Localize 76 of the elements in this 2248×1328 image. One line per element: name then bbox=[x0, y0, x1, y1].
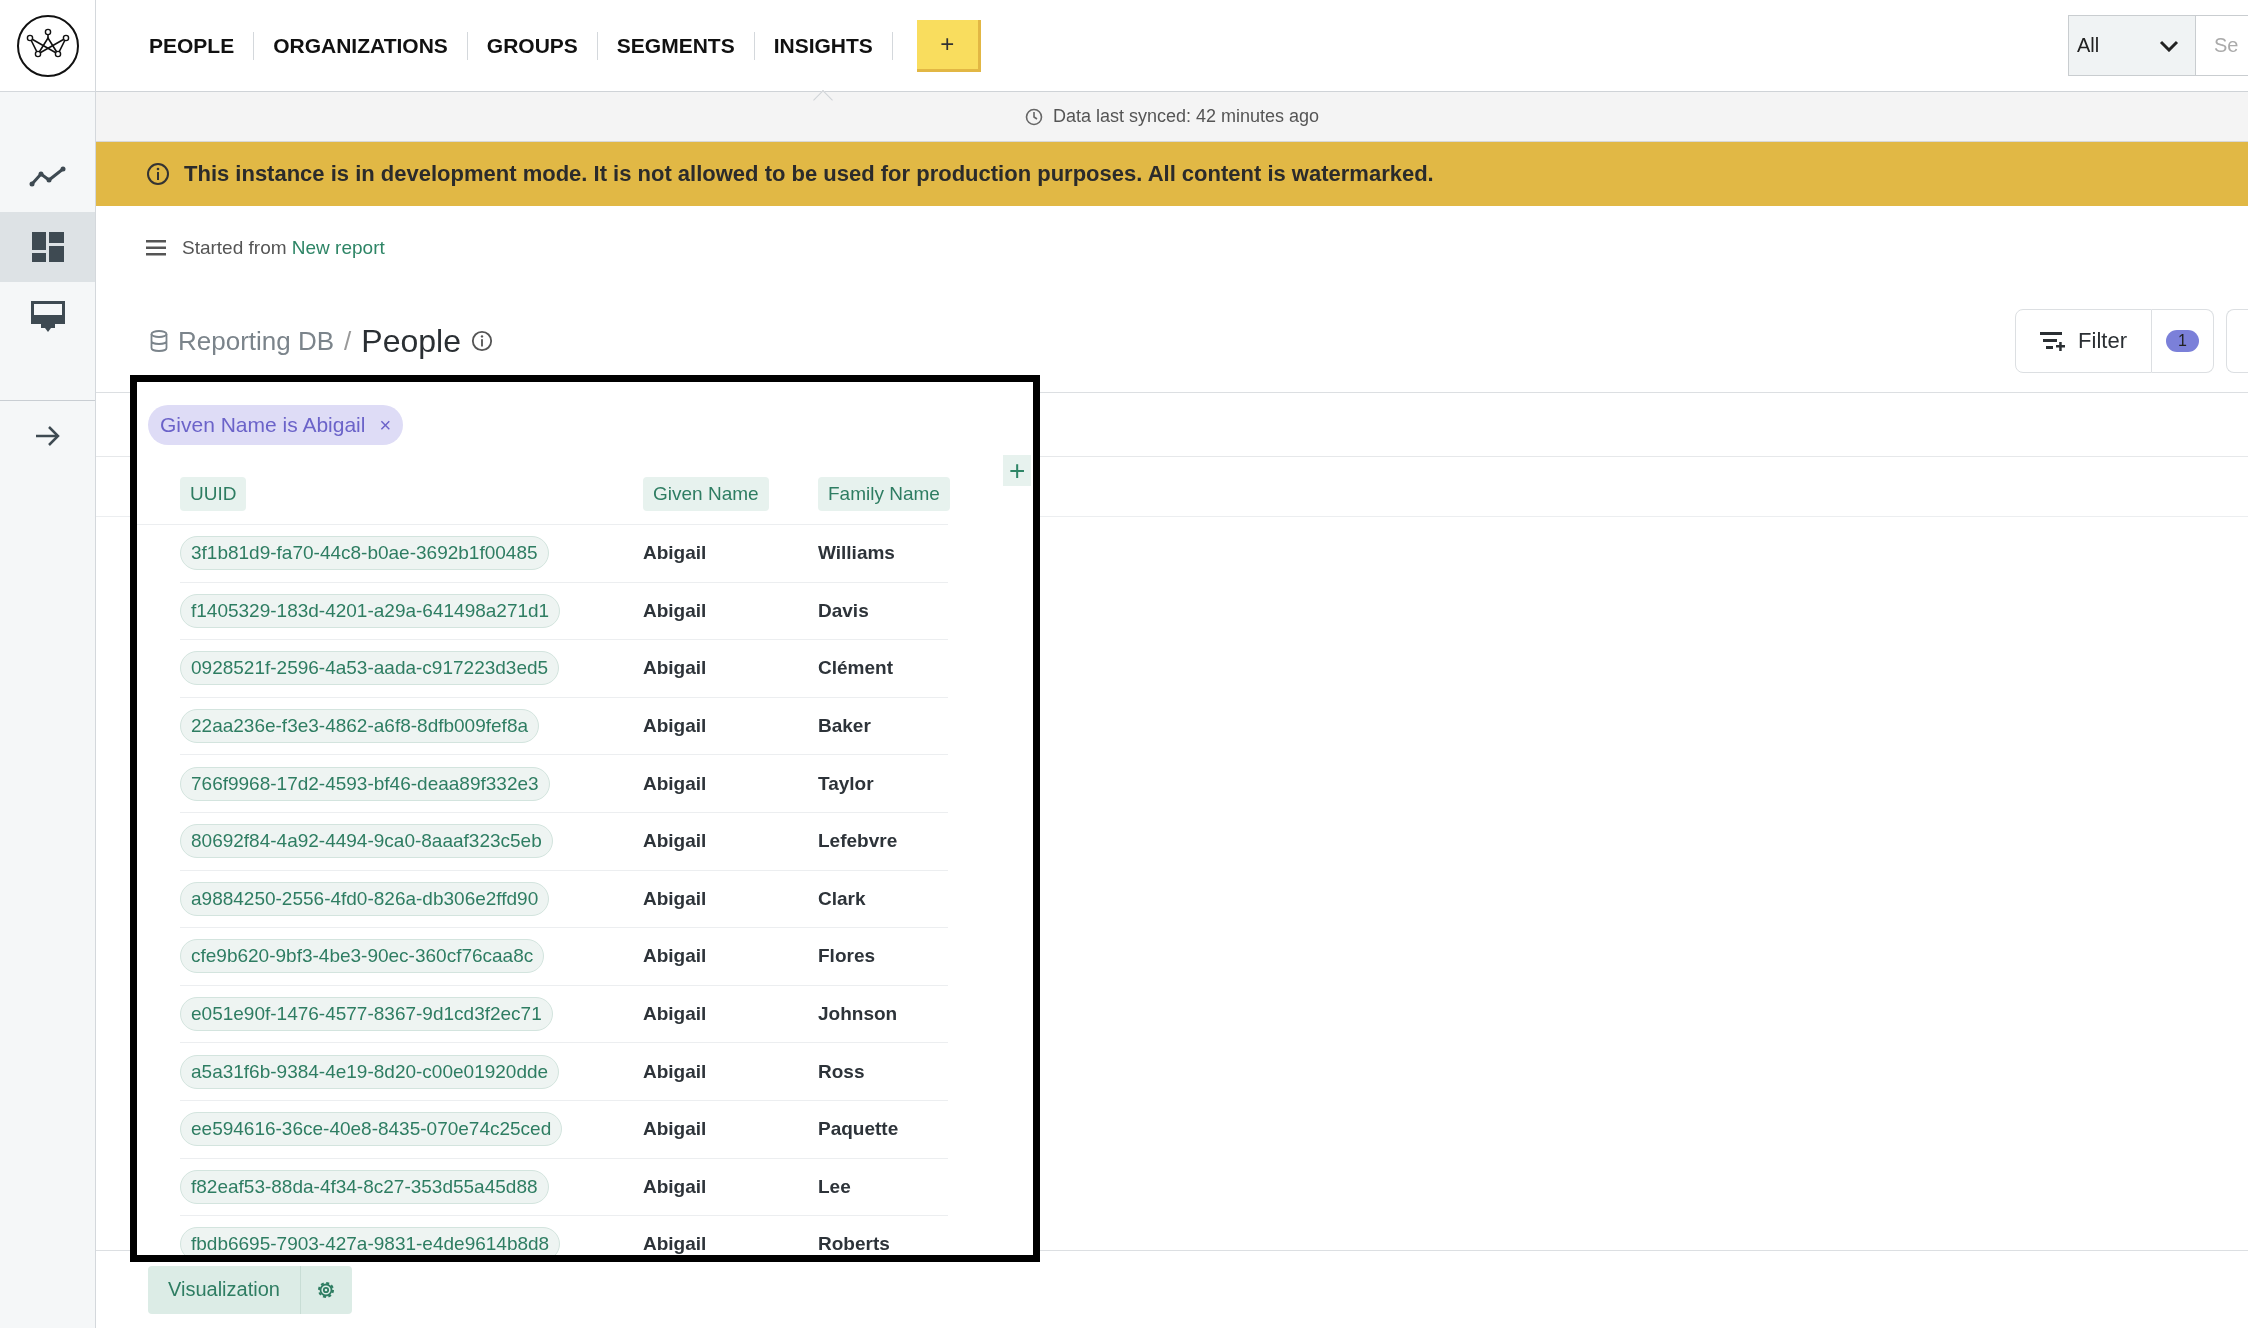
nav-tab[interactable]: GROUPS bbox=[467, 31, 598, 60]
scope-select[interactable]: All bbox=[2068, 15, 2196, 76]
remove-filter-button[interactable]: × bbox=[379, 413, 392, 437]
chevron-down-icon bbox=[2159, 39, 2179, 52]
trend-icon bbox=[28, 166, 67, 188]
clock-icon bbox=[1024, 107, 1043, 126]
filter-chip[interactable]: Given Name is Abigail × bbox=[148, 405, 404, 445]
nav-tab[interactable]: ORGANIZATIONS bbox=[254, 31, 468, 60]
page-title: People bbox=[361, 322, 461, 360]
table-cell: Abigail bbox=[643, 928, 818, 986]
source-text: Started from New report bbox=[182, 237, 385, 259]
nav-tab[interactable]: SEGMENTS bbox=[597, 31, 755, 60]
uuid-tag[interactable]: 22aa236e-f3e3-4862-a6f8-8dfb009fef8a bbox=[180, 709, 539, 744]
table-cell: Paquette bbox=[818, 1100, 948, 1159]
menu-icon[interactable] bbox=[146, 240, 166, 256]
sync-status: Data last synced: 42 minutes ago bbox=[1052, 106, 1320, 127]
table-cell: Clément bbox=[818, 640, 948, 698]
uuid-tag[interactable]: f82eaf53-88da-4f34-8c27-353d55a45d88 bbox=[180, 1169, 549, 1204]
database-icon bbox=[150, 330, 168, 352]
uuid-tag[interactable]: cfe9b620-9bf3-4be3-90ec-360cf76caa8c bbox=[180, 939, 545, 974]
uuid-tag[interactable]: f1405329-183d-4201-a29a-641498a271d1 bbox=[180, 593, 561, 628]
arrow-right-icon[interactable] bbox=[34, 425, 61, 447]
uuid-tag[interactable]: a9884250-2556-4fd0-826a-db306e2ffd90 bbox=[180, 881, 550, 916]
dashboard-icon bbox=[31, 232, 64, 262]
table-cell: Abigail bbox=[643, 985, 818, 1044]
uuid-tag[interactable]: fbdb6695-7903-427a-9831-e4de9614b8d8 bbox=[180, 1227, 561, 1255]
report-link[interactable]: New report bbox=[291, 237, 385, 258]
uuid-tag[interactable]: 766f9968-17d2-4593-bf46-deaa89f332e3 bbox=[180, 766, 550, 801]
add-button[interactable]: + bbox=[916, 19, 981, 72]
breadcrumb-separator: / bbox=[344, 325, 352, 357]
column-header[interactable]: Given Name bbox=[643, 476, 769, 511]
table-cell: Williams bbox=[818, 525, 948, 583]
column-header[interactable]: Family Name bbox=[818, 476, 950, 511]
banner-message: This instance is in development mode. It is not allowed to be used for production purposes. All content is watermarked. bbox=[184, 161, 1434, 187]
logo-icon bbox=[15, 13, 80, 78]
table-cell: Abigail bbox=[643, 525, 818, 583]
uuid-tag[interactable]: ee594616-36ce-40e8-8435-070e74c25ced bbox=[180, 1112, 563, 1147]
table-cell: Ross bbox=[818, 1043, 948, 1101]
uuid-tag[interactable]: 80692f84-4a92-4494-9ca0-8aaaf323c5eb bbox=[180, 824, 553, 859]
table-cell: Abigail bbox=[643, 1100, 818, 1159]
uuid-tag[interactable]: a5a31f6b-9384-4e19-8d20-c00e01920dde bbox=[180, 1054, 560, 1089]
nav-tab[interactable]: PEOPLE bbox=[130, 31, 255, 60]
visualization-button[interactable]: Visualization bbox=[148, 1265, 300, 1314]
uuid-tag[interactable]: e051e90f-1476-4577-8367-9d1cd3f2ec71 bbox=[180, 997, 553, 1032]
info-icon bbox=[470, 330, 493, 352]
table-cell: Abigail bbox=[643, 812, 818, 871]
uuid-tag[interactable]: 3f1b81d9-fa70-44c8-b0ae-3692b1f00485 bbox=[180, 536, 549, 571]
table-cell: Abigail bbox=[643, 697, 818, 756]
filter-label: Given Name is Abigail bbox=[160, 413, 366, 437]
monitor-icon bbox=[30, 301, 65, 333]
search-field[interactable]: Se bbox=[2196, 15, 2248, 76]
table-cell: Abigail bbox=[643, 870, 818, 929]
uuid-tag[interactable]: 0928521f-2596-4a53-aada-c917223d3ed5 bbox=[180, 651, 560, 686]
table-cell: Abigail bbox=[643, 755, 818, 813]
table-cell: Taylor bbox=[818, 755, 948, 813]
add-column-button[interactable]: + bbox=[1003, 455, 1032, 486]
filter-button[interactable]: Filter bbox=[2015, 309, 2152, 373]
count-badge: 1 bbox=[2166, 330, 2199, 352]
table-cell: Lee bbox=[818, 1158, 948, 1217]
breadcrumb-link[interactable]: Reporting DB bbox=[178, 325, 335, 357]
table-cell: Abigail bbox=[643, 1158, 818, 1217]
filter-count-button[interactable]: 1 bbox=[2152, 309, 2214, 373]
info-icon bbox=[146, 162, 170, 186]
column-header[interactable]: UUID bbox=[180, 476, 247, 511]
table-cell: Clark bbox=[818, 870, 948, 929]
table-cell: Johnson bbox=[818, 985, 948, 1044]
table-cell: Abigail bbox=[643, 1043, 818, 1101]
table-cell: Lefebvre bbox=[818, 812, 948, 871]
table-cell: Davis bbox=[818, 582, 948, 641]
table-cell: Flores bbox=[818, 928, 948, 986]
sidebar-item[interactable] bbox=[0, 212, 95, 282]
table-cell: Baker bbox=[818, 697, 948, 756]
table-cell: Abigail bbox=[643, 582, 818, 641]
settings-button[interactable] bbox=[299, 1265, 352, 1314]
table-cell: Abigail bbox=[643, 640, 818, 698]
filter-icon bbox=[2040, 331, 2067, 351]
